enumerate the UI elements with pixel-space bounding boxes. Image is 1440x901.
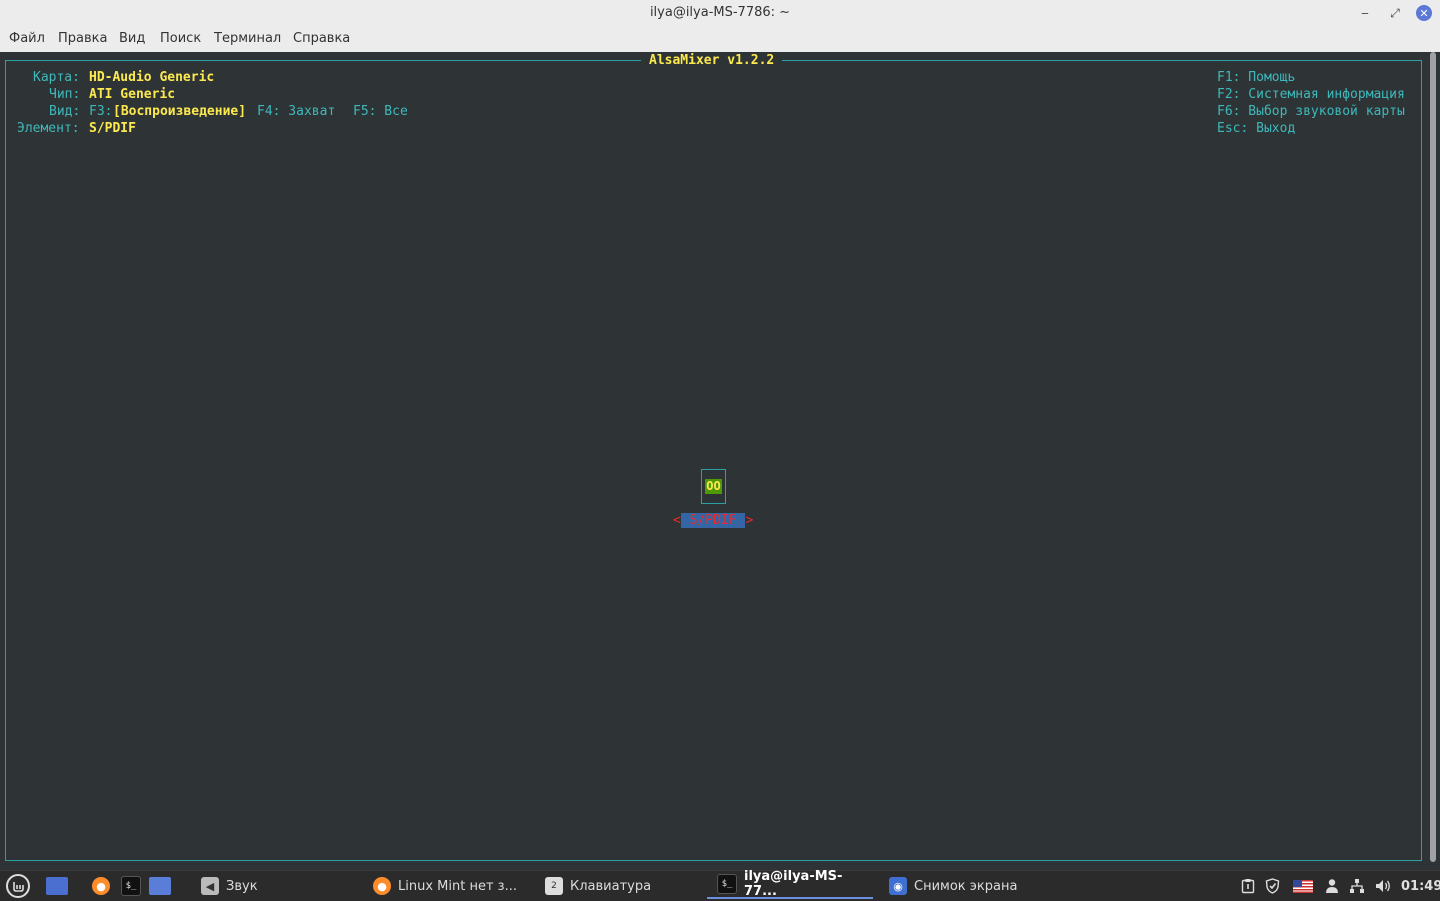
files-launcher[interactable] bbox=[149, 871, 178, 901]
item-value: S/PDIF bbox=[89, 121, 136, 136]
task-label: Linux Mint нет з... bbox=[398, 878, 517, 894]
terminal-icon: $_ bbox=[717, 874, 737, 894]
firefox-icon: ● bbox=[92, 877, 110, 895]
menu-search[interactable]: Поиск bbox=[160, 31, 201, 46]
terminal-area[interactable]: AlsaMixer v1.2.2 Карта: HD-Audio Generic… bbox=[0, 52, 1440, 870]
control-name[interactable]: < S/PDIF > bbox=[673, 512, 753, 529]
menu-bar: Файл Правка Вид Поиск Терминал Справка bbox=[0, 26, 1440, 53]
task-label: Снимок экрана bbox=[914, 878, 1018, 894]
show-desktop-button[interactable] bbox=[46, 871, 75, 901]
task-label: Звук bbox=[226, 878, 258, 894]
window-titlebar[interactable]: ilya@ilya-MS-7786: ~ ‒ ⤢ ✕ bbox=[0, 0, 1440, 26]
menu-view[interactable]: Вид bbox=[119, 31, 145, 46]
switch-state: OO bbox=[705, 479, 722, 494]
firefox-icon: ● bbox=[373, 877, 391, 895]
right-arrow: > bbox=[745, 513, 754, 528]
firefox-launcher[interactable]: ● bbox=[92, 871, 117, 901]
help-esc: Esc: Выход bbox=[1217, 121, 1296, 136]
show-desktop-icon bbox=[46, 877, 68, 895]
view-label: Вид: bbox=[49, 104, 81, 119]
keyboard-icon: 2 bbox=[545, 877, 563, 895]
taskbar: ● $_ ◀ Звук ● Linux Mint нет з... 2 Клав… bbox=[0, 869, 1440, 901]
menu-file[interactable]: Файл bbox=[9, 31, 45, 46]
terminal-launcher[interactable]: $_ bbox=[121, 871, 148, 901]
spdif-switch[interactable]: OO bbox=[701, 469, 726, 504]
window-title: ilya@ilya-MS-7786: ~ bbox=[649, 5, 791, 20]
terminal-icon: $_ bbox=[121, 876, 141, 896]
alsamixer-title: AlsaMixer v1.2.2 bbox=[641, 52, 783, 69]
task-terminal[interactable]: $_ ilya@ilya-MS-77... bbox=[707, 869, 873, 899]
minimize-button[interactable]: ‒ bbox=[1356, 4, 1374, 22]
sound-icon: ◀ bbox=[201, 877, 219, 895]
clock[interactable]: 01:49 bbox=[1401, 871, 1440, 901]
shield-icon[interactable] bbox=[1265, 871, 1280, 901]
help-f6: F6: Выбор звуковой карты bbox=[1217, 104, 1405, 119]
volume-icon[interactable] bbox=[1374, 871, 1392, 901]
keyboard-layout-flag-icon[interactable] bbox=[1293, 871, 1313, 901]
view-capture[interactable]: F4: Захват bbox=[257, 103, 335, 120]
close-button[interactable]: ✕ bbox=[1416, 5, 1432, 21]
chip-label: Чип: bbox=[49, 87, 81, 102]
menu-edit[interactable]: Правка bbox=[58, 31, 107, 46]
view-playback[interactable]: [Воспроизведение] bbox=[113, 103, 246, 120]
task-keyboard[interactable]: 2 Клавиатура bbox=[545, 871, 705, 901]
item-label: Элемент: bbox=[17, 121, 80, 136]
menu-terminal[interactable]: Терминал bbox=[214, 31, 281, 46]
task-label: Клавиатура bbox=[570, 878, 652, 894]
task-firefox[interactable]: ● Linux Mint нет з... bbox=[373, 871, 533, 901]
help-f2: F2: Системная информация bbox=[1217, 87, 1405, 102]
mint-menu-button[interactable] bbox=[6, 871, 37, 901]
view-all[interactable]: F5: Все bbox=[353, 103, 408, 120]
mint-logo-icon bbox=[6, 874, 30, 898]
scrollbar[interactable] bbox=[1430, 52, 1436, 868]
screenshot-icon: ◉ bbox=[889, 877, 907, 895]
user-icon[interactable] bbox=[1325, 871, 1339, 901]
task-label: ilya@ilya-MS-77... bbox=[744, 869, 843, 899]
card-value: HD-Audio Generic bbox=[89, 70, 215, 85]
task-screenshot[interactable]: ◉ Снимок экрана bbox=[889, 871, 1049, 901]
view-f3-key: F3: bbox=[89, 104, 113, 119]
control-name-label: S/PDIF bbox=[680, 513, 746, 528]
clipboard-icon[interactable] bbox=[1241, 871, 1255, 901]
scrollbar-thumb[interactable] bbox=[1430, 52, 1436, 862]
task-sound[interactable]: ◀ Звук bbox=[201, 871, 361, 901]
network-icon[interactable] bbox=[1349, 871, 1365, 901]
left-arrow: < bbox=[673, 513, 681, 528]
alsamixer-frame bbox=[5, 60, 1422, 861]
menu-help[interactable]: Справка bbox=[293, 31, 350, 46]
files-icon bbox=[149, 877, 171, 895]
card-label: Карта: bbox=[33, 70, 80, 85]
maximize-button[interactable]: ⤢ bbox=[1386, 4, 1404, 22]
help-f1: F1: Помощь bbox=[1217, 70, 1296, 85]
chip-value: ATI Generic bbox=[89, 87, 176, 102]
